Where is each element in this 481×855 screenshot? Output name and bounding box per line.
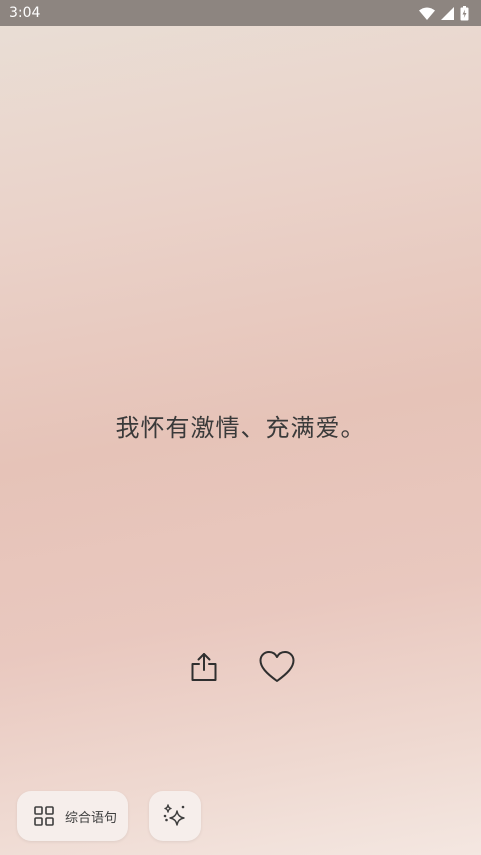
sparkle-icon xyxy=(163,804,185,826)
like-button[interactable] xyxy=(258,650,296,684)
share-button[interactable] xyxy=(186,649,222,685)
share-icon xyxy=(191,653,217,681)
sparkle-button[interactable] xyxy=(149,791,201,841)
category-button[interactable]: 综合语句 xyxy=(17,791,128,841)
battery-charging-icon xyxy=(460,5,469,21)
wifi-icon xyxy=(419,7,435,20)
cellular-signal-icon xyxy=(441,6,454,20)
status-time: 3:04 xyxy=(9,5,41,21)
status-icons xyxy=(419,5,469,21)
heart-icon xyxy=(259,651,295,682)
quote-text: 我怀有激情、充满爱。 xyxy=(115,414,366,442)
category-label: 综合语句 xyxy=(65,810,118,826)
status-bar: 3:04 xyxy=(0,0,481,26)
grid-icon xyxy=(34,806,54,826)
